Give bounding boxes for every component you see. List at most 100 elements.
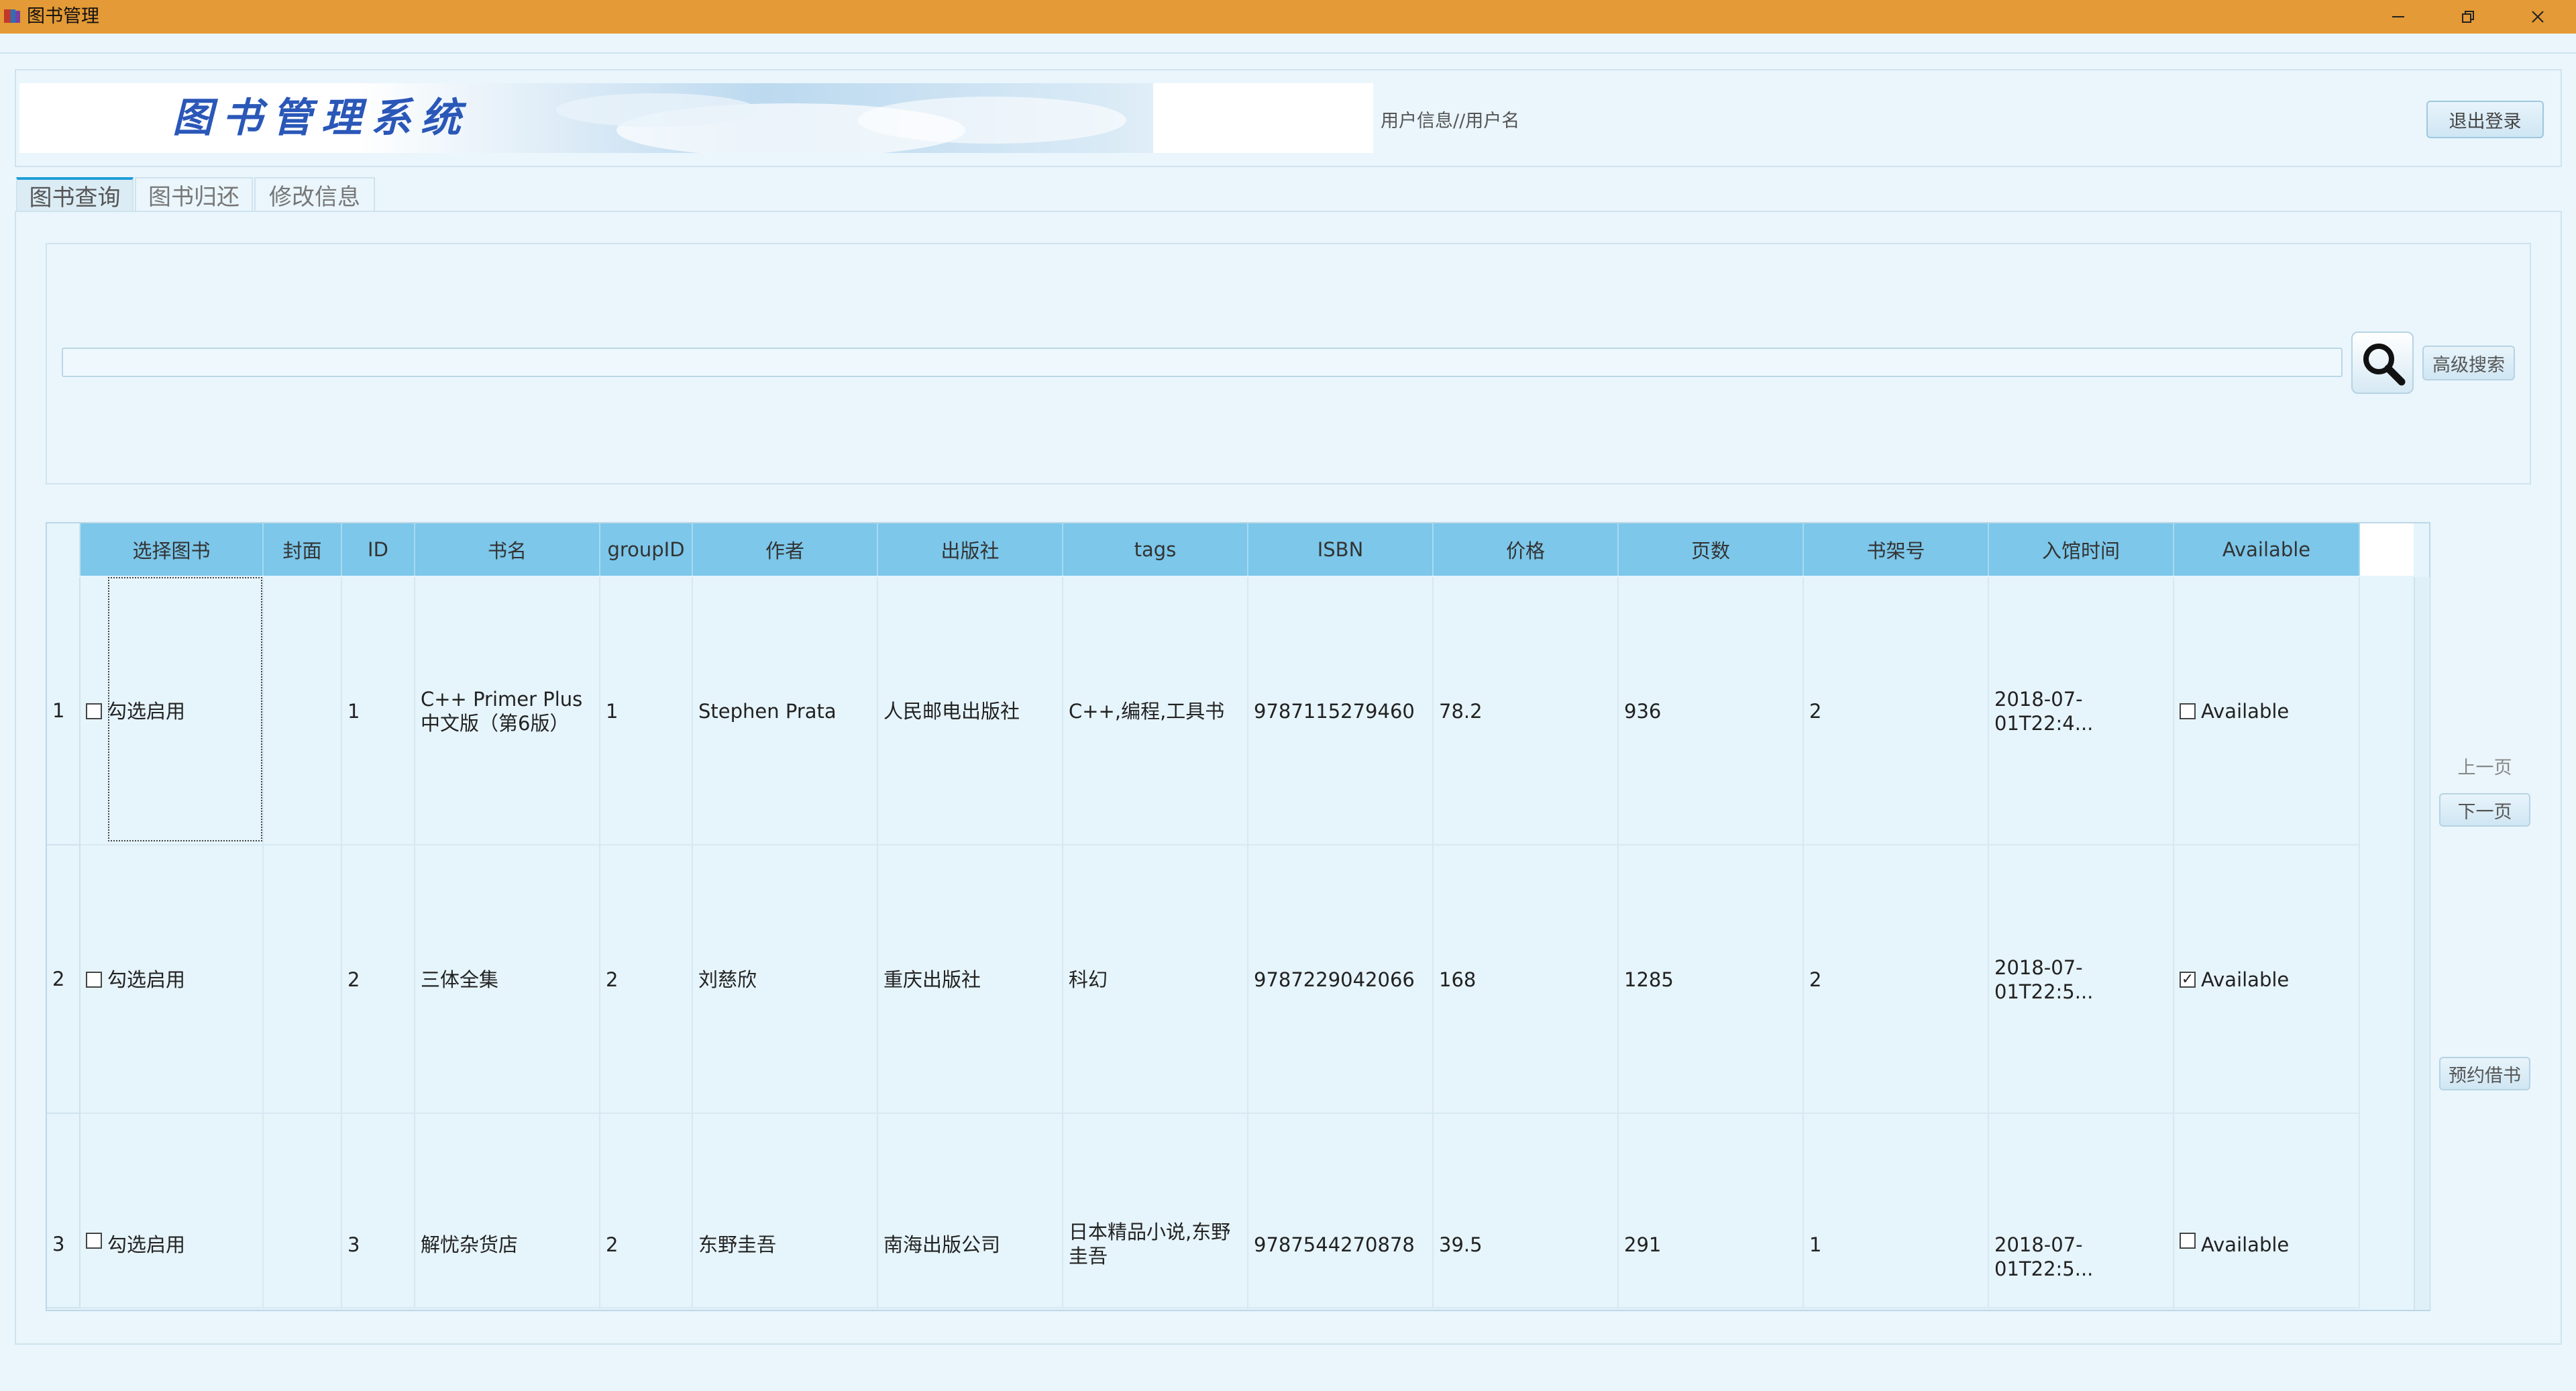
- cell-available[interactable]: ✓ Available: [2174, 845, 2360, 1114]
- column-header-tags[interactable]: tags: [1063, 523, 1248, 576]
- user-info: 用户信息//用户名: [1381, 111, 1520, 132]
- table-corner: [47, 523, 80, 576]
- cell-isbn: 9787229042066: [1248, 845, 1434, 1114]
- column-header-publisher[interactable]: 出版社: [878, 523, 1063, 576]
- cell-publisher: 重庆出版社: [878, 845, 1063, 1114]
- cell-cover: [264, 577, 342, 845]
- column-header-isbn[interactable]: ISBN: [1248, 523, 1434, 576]
- cell-text-pages: 936: [1624, 700, 1662, 723]
- row-number[interactable]: 2: [47, 845, 80, 1114]
- column-header-group-id[interactable]: groupID: [600, 523, 693, 576]
- cell-text-publisher: 南海出版公司: [883, 1233, 1001, 1256]
- column-header-time[interactable]: 入馆时间: [1989, 523, 2174, 576]
- select-label: 勾选启用: [107, 1233, 186, 1256]
- logout-button[interactable]: 退出登录: [2426, 101, 2544, 138]
- cell-text-name: C++ Primer Plus 中文版（第6版）: [421, 688, 583, 735]
- cell-text-time: 2018-07-01T22:5...: [1994, 956, 2094, 1003]
- search-input[interactable]: [62, 348, 2343, 377]
- select-label: 勾选启用: [107, 968, 186, 991]
- vertical-scrollbar[interactable]: [2414, 577, 2430, 1310]
- cell-cover: [264, 845, 342, 1114]
- cell-available[interactable]: Available: [2174, 577, 2360, 845]
- cell-text-group-id: 2: [606, 968, 619, 991]
- cell-select[interactable]: 勾选启用: [80, 1114, 264, 1308]
- select-checkbox[interactable]: [86, 972, 102, 988]
- app-icon: [3, 7, 21, 25]
- cell-text-author: Stephen Prata: [698, 700, 837, 723]
- cell-time: 2018-07-01T22:4...: [1989, 577, 2174, 845]
- cell-available[interactable]: Available: [2174, 1114, 2360, 1308]
- cell-author: 东野圭吾: [693, 1114, 878, 1308]
- select-checkbox[interactable]: [86, 1233, 102, 1249]
- cell-text-name: 解忧杂货店: [421, 1233, 519, 1256]
- column-header-select[interactable]: 选择图书: [80, 523, 264, 576]
- reserve-book-button[interactable]: 预约借书: [2439, 1057, 2530, 1090]
- cell-text-isbn: 9787229042066: [1254, 968, 1415, 991]
- cell-text-shelf: 2: [1809, 968, 1822, 991]
- prev-page-button[interactable]: 上一页: [2439, 749, 2530, 782]
- next-page-button[interactable]: 下一页: [2439, 793, 2530, 827]
- column-header-pages[interactable]: 页数: [1619, 523, 1804, 576]
- search-button[interactable]: [2351, 331, 2414, 394]
- available-label: Available: [2201, 700, 2290, 723]
- cell-time: 2018-07-01T22:5...: [1989, 845, 2174, 1114]
- cell-text-price: 168: [1439, 968, 1477, 991]
- column-header-author[interactable]: 作者: [693, 523, 878, 576]
- cell-name: C++ Primer Plus 中文版（第6版）: [415, 577, 600, 845]
- title-bar: [0, 0, 2576, 34]
- tab-book-query[interactable]: 图书查询: [16, 177, 133, 211]
- cell-price: 39.5: [1434, 1114, 1619, 1308]
- available-checkbox[interactable]: [2180, 1233, 2196, 1249]
- cell-shelf: 1: [1804, 1114, 1989, 1308]
- available-checkbox[interactable]: [2180, 703, 2196, 719]
- restore-icon[interactable]: [2433, 0, 2503, 34]
- cell-text-publisher: 人民邮电出版社: [883, 700, 1020, 723]
- cell-text-publisher: 重庆出版社: [883, 968, 981, 991]
- row-number[interactable]: 3: [47, 1114, 80, 1308]
- cell-text-group-id: 2: [606, 1233, 619, 1256]
- column-header-shelf[interactable]: 书架号: [1804, 523, 1989, 576]
- select-checkbox[interactable]: [86, 703, 102, 719]
- cell-text-author: 刘慈欣: [698, 968, 757, 991]
- search-icon: [2363, 343, 2405, 385]
- cell-text-id: 2: [347, 968, 360, 991]
- cell-text-tags: C++,编程,工具书: [1069, 700, 1225, 723]
- column-header-id[interactable]: ID: [342, 523, 415, 576]
- cell-select[interactable]: 勾选启用: [80, 845, 264, 1114]
- cell-text-pages: 291: [1624, 1233, 1662, 1256]
- cell-id: 2: [342, 845, 415, 1114]
- cell-text-tags: 科幻: [1069, 968, 1108, 991]
- cell-text-price: 78.2: [1439, 700, 1483, 723]
- row-number[interactable]: 1: [47, 577, 80, 845]
- cell-text-group-id: 1: [606, 700, 619, 723]
- cell-tags: C++,编程,工具书: [1063, 577, 1248, 845]
- available-checkbox[interactable]: ✓: [2180, 972, 2196, 988]
- cell-id: 3: [342, 1114, 415, 1308]
- cell-text-isbn: 9787544270878: [1254, 1233, 1415, 1256]
- cell-name: 三体全集: [415, 845, 600, 1114]
- cell-tags: 日本精品小说,东野圭吾: [1063, 1114, 1248, 1308]
- cell-group-id: 2: [600, 1114, 693, 1308]
- column-header-cover[interactable]: 封面: [264, 523, 342, 576]
- advanced-search-button[interactable]: 高级搜索: [2422, 346, 2515, 380]
- column-header-name[interactable]: 书名: [415, 523, 600, 576]
- cell-pages: 936: [1619, 577, 1804, 845]
- cell-price: 168: [1434, 845, 1619, 1114]
- cell-publisher: 南海出版公司: [878, 1114, 1063, 1308]
- cell-cover: [264, 1114, 342, 1308]
- tab-modify-info[interactable]: 修改信息: [254, 177, 375, 211]
- cell-text-time: 2018-07-01T22:5...: [1994, 1233, 2094, 1280]
- cell-text-name: 三体全集: [421, 968, 499, 991]
- column-header-price[interactable]: 价格: [1434, 523, 1619, 576]
- cell-author: Stephen Prata: [693, 577, 878, 845]
- close-icon[interactable]: [2503, 0, 2573, 34]
- minimize-icon[interactable]: [2363, 0, 2433, 34]
- cell-isbn: 9787115279460: [1248, 577, 1434, 845]
- cell-group-id: 2: [600, 845, 693, 1114]
- cell-tags: 科幻: [1063, 845, 1248, 1114]
- cell-name: 解忧杂货店: [415, 1114, 600, 1308]
- cell-text-author: 东野圭吾: [698, 1233, 777, 1256]
- cell-text-shelf: 2: [1809, 700, 1822, 723]
- tab-book-return[interactable]: 图书归还: [135, 177, 253, 211]
- column-header-available[interactable]: Available: [2174, 523, 2360, 576]
